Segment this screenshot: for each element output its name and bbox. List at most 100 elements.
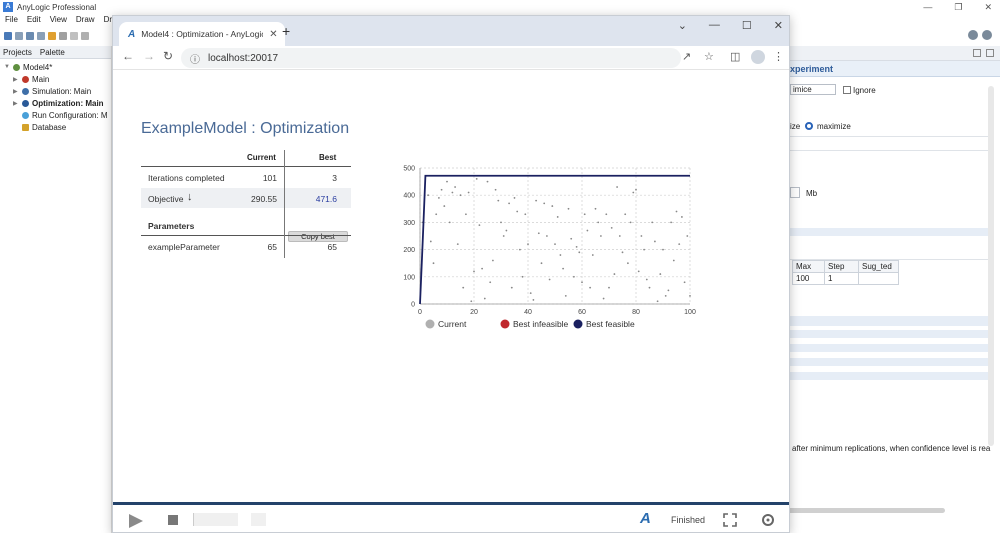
- bookmark-star-icon[interactable]: ☆: [704, 50, 714, 63]
- current-point: [678, 243, 681, 246]
- current-point: [494, 188, 497, 191]
- iterations-current: 101: [262, 173, 277, 183]
- objective-best: 471.6: [315, 194, 337, 204]
- settings-icon[interactable]: [761, 513, 775, 527]
- more-menu-icon[interactable]: ⋮: [773, 50, 784, 63]
- y-tick-label: 500: [403, 166, 415, 173]
- undo-icon[interactable]: [59, 32, 67, 40]
- tree-item-database[interactable]: Database: [4, 121, 111, 133]
- ignore-checkbox[interactable]: [843, 86, 851, 94]
- help-icon[interactable]: [982, 30, 992, 40]
- chevron-right-icon[interactable]: ▶: [13, 76, 19, 83]
- ide-minimize-icon[interactable]: —: [923, 0, 932, 14]
- menu-draw[interactable]: Draw: [76, 15, 95, 27]
- share-icon[interactable]: ↗: [682, 50, 691, 63]
- current-point: [618, 235, 621, 237]
- close-tab-icon[interactable]: ✕: [269, 29, 277, 40]
- maximize-panel-icon[interactable]: [986, 49, 994, 57]
- current-point: [540, 262, 543, 265]
- ide-window-controls: — ❐ ✕: [923, 0, 992, 14]
- run-button[interactable]: [129, 514, 143, 528]
- tab-search-chevron-icon[interactable]: ⌄: [678, 19, 687, 32]
- tab-projects[interactable]: Projects: [3, 48, 32, 57]
- ide-close-icon[interactable]: ✕: [984, 0, 992, 14]
- side-panel-icon[interactable]: ◫: [730, 50, 740, 63]
- url-text: localhost:20017: [208, 52, 279, 64]
- properties-scrollbar[interactable]: [988, 86, 994, 446]
- current-point: [683, 281, 686, 284]
- current-point: [656, 300, 659, 303]
- chevron-down-icon[interactable]: ▼: [4, 64, 10, 70]
- y-tick-label: 300: [403, 220, 415, 227]
- minimize-panel-icon[interactable]: [973, 49, 981, 57]
- menu-edit[interactable]: Edit: [27, 15, 41, 27]
- tree-item-label: Optimization: Main: [32, 98, 104, 108]
- cut-icon[interactable]: [81, 32, 89, 40]
- speed-toggle[interactable]: [251, 513, 266, 526]
- ide-restore-icon[interactable]: ❐: [954, 0, 962, 14]
- table-row[interactable]: 100 1: [792, 272, 899, 285]
- parameters-table: Max Step Sug_ted 100 1: [792, 260, 899, 285]
- tree-item-main[interactable]: ▶ Main: [4, 73, 111, 85]
- menu-view[interactable]: View: [50, 15, 67, 27]
- current-point: [475, 177, 478, 180]
- chevron-right-icon[interactable]: ▶: [13, 88, 19, 95]
- tree-item-simulation[interactable]: ▶ Simulation: Main: [4, 85, 111, 97]
- tab-strip: A Model4 : Optimization - AnyLogic ✕ + ⌄…: [113, 16, 789, 46]
- save-all-icon[interactable]: [37, 32, 45, 40]
- forward-icon[interactable]: →: [143, 49, 155, 63]
- current-point: [675, 210, 678, 213]
- ide-horizontal-scrollbar[interactable]: [780, 508, 945, 513]
- current-point: [651, 221, 654, 224]
- cell-step[interactable]: 1: [824, 272, 859, 285]
- current-point: [543, 202, 546, 205]
- objective-input[interactable]: imice: [790, 84, 836, 95]
- redo-icon[interactable]: [70, 32, 78, 40]
- current-point: [586, 229, 589, 232]
- new-model-icon[interactable]: [4, 32, 12, 40]
- current-point: [597, 221, 600, 224]
- minimize-icon[interactable]: —: [709, 19, 720, 32]
- current-point: [570, 237, 573, 240]
- perspective-icon[interactable]: [968, 30, 978, 40]
- memory-input[interactable]: [790, 187, 800, 198]
- chevron-right-icon[interactable]: ▶: [13, 100, 19, 107]
- maximize-radio[interactable]: [805, 122, 813, 130]
- tree-item-optimization[interactable]: ▶ Optimization: Main: [4, 97, 111, 109]
- back-icon[interactable]: ←: [122, 49, 134, 63]
- y-tick-label: 200: [403, 247, 415, 254]
- close-window-icon[interactable]: ✕: [774, 19, 783, 32]
- fullscreen-icon[interactable]: [723, 513, 737, 527]
- browser-tab[interactable]: A Model4 : Optimization - AnyLogic ✕: [119, 22, 285, 46]
- maximize-icon[interactable]: ☐: [742, 19, 752, 32]
- tree-item-run-configuration[interactable]: Run Configuration: M: [4, 109, 111, 121]
- current-point: [508, 202, 510, 205]
- tab-palette[interactable]: Palette: [40, 48, 65, 57]
- current-point: [521, 275, 524, 278]
- reload-icon[interactable]: ↻: [163, 49, 173, 63]
- cell-max[interactable]: 100: [792, 272, 825, 285]
- arrow-down-icon: ↓: [187, 191, 193, 203]
- current-point: [456, 243, 459, 246]
- parameter-row: exampleParameter 65 65: [141, 236, 351, 256]
- site-info-icon[interactable]: ⓘ: [190, 51, 200, 66]
- optimization-page: ExampleModel : Optimization Current Best…: [113, 70, 789, 503]
- new-tab-icon[interactable]: +: [282, 23, 290, 39]
- save-icon[interactable]: [26, 32, 34, 40]
- current-point: [564, 294, 567, 297]
- tree-item-model[interactable]: ▼ Model4*: [4, 61, 111, 73]
- current-point: [546, 235, 548, 237]
- stop-button[interactable]: [168, 515, 178, 525]
- build-icon[interactable]: [48, 32, 56, 40]
- profile-avatar-icon[interactable]: [751, 50, 765, 64]
- speed-slider[interactable]: [193, 513, 238, 526]
- url-field[interactable]: ⓘ localhost:20017: [181, 48, 681, 68]
- open-icon[interactable]: [15, 32, 23, 40]
- current-point: [578, 251, 581, 254]
- ide-title: AnyLogic Professional: [17, 2, 97, 12]
- cell-suggested[interactable]: [858, 272, 899, 285]
- y-tick-label: 400: [403, 193, 415, 200]
- menu-truncated[interactable]: Dr: [104, 15, 112, 27]
- menu-file[interactable]: File: [5, 15, 18, 27]
- current-point: [502, 235, 505, 237]
